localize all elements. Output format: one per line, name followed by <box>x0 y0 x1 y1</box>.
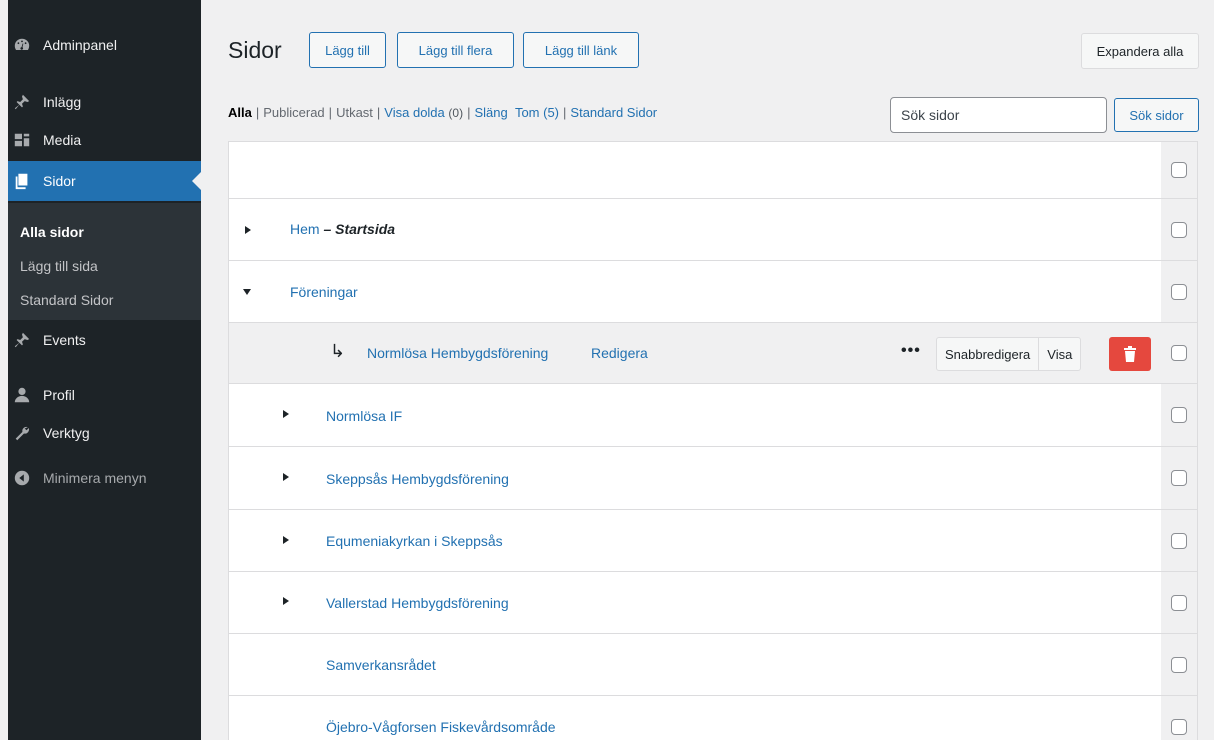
app-shell: Adminpanel Inlägg Media Sidor Alla sidor… <box>0 0 1214 740</box>
row-title-link[interactable]: Öjebro-Vågforsen Fiskevårdsområde <box>326 719 556 735</box>
search-input[interactable] <box>890 97 1107 133</box>
filter-empty[interactable]: Tom (5) <box>515 105 559 120</box>
user-icon <box>12 385 32 405</box>
row-checkbox[interactable] <box>1171 532 1187 549</box>
more-actions-icon[interactable]: ••• <box>901 342 921 360</box>
filter-show-hidden[interactable]: Visa dolda <box>384 105 444 120</box>
expand-toggle[interactable] <box>283 410 289 418</box>
table-row: Skeppsås Hembygdsförening <box>229 447 1197 510</box>
row-title-link[interactable]: Föreningar <box>290 284 358 300</box>
table-row: Öjebro-Vågforsen Fiskevårdsområde <box>229 696 1197 740</box>
row-checkbox[interactable] <box>1171 407 1187 423</box>
sidebar-item-media[interactable]: Media <box>8 120 201 160</box>
table-row: Equmeniakyrkan i Skeppsås <box>229 510 1197 572</box>
collapse-label: Minimera menyn <box>43 470 147 486</box>
sidebar-item-label: Profil <box>43 387 75 403</box>
add-new-button[interactable]: Lägg till <box>309 32 386 68</box>
filter-trash[interactable]: Släng <box>474 105 507 120</box>
submenu-standard-pages[interactable]: Standard Sidor <box>8 283 201 317</box>
sidebar-item-label: Media <box>43 132 82 148</box>
dashboard-icon <box>12 35 32 55</box>
media-icon <box>12 130 32 150</box>
select-all-checkbox[interactable] <box>1171 162 1187 178</box>
sidebar-item-profile[interactable]: Profil <box>8 375 201 415</box>
pages-submenu: Alla sidor Lägg till sida Standard Sidor <box>8 203 201 320</box>
sidebar-item-dashboard[interactable]: Adminpanel <box>8 25 201 65</box>
filter-standard-pages[interactable]: Standard Sidor <box>570 105 657 120</box>
pages-icon <box>12 171 32 191</box>
hidden-count: (0) <box>448 106 464 120</box>
sidebar-item-label: Sidor <box>43 173 76 189</box>
collapse-menu-button[interactable]: Minimera menyn <box>8 458 201 498</box>
sidebar-item-events[interactable]: Events <box>8 320 201 360</box>
table-row: Vallerstad Hembygdsförening <box>229 572 1197 634</box>
sidebar-item-pages[interactable]: Sidor <box>8 161 201 201</box>
filter-published[interactable]: Publicerad <box>263 105 324 120</box>
row-title-link[interactable]: Skeppsås Hembygdsförening <box>326 471 509 487</box>
pin-icon <box>12 92 32 112</box>
expand-toggle[interactable] <box>283 597 289 605</box>
row-checkbox[interactable] <box>1171 718 1187 735</box>
table-row: Normlösa IF <box>229 384 1197 447</box>
table-row: ↳ Normlösa Hembygdsförening Redigera •••… <box>229 323 1197 384</box>
sidebar-item-label: Verktyg <box>43 425 90 441</box>
table-header-row <box>229 142 1197 199</box>
table-row: Samverkansrådet <box>229 634 1197 696</box>
sidebar-item-label: Adminpanel <box>43 37 117 53</box>
collapse-icon <box>12 468 32 488</box>
sidebar-item-posts[interactable]: Inlägg <box>8 82 201 122</box>
page-state: Startsida <box>335 221 396 237</box>
filter-all[interactable]: Alla <box>228 105 252 120</box>
row-checkbox[interactable] <box>1171 221 1187 238</box>
table-row: Hem – Startsida <box>229 199 1197 261</box>
page-title: Sidor <box>228 37 282 63</box>
sidebar-item-label: Inlägg <box>43 94 82 110</box>
expand-toggle[interactable] <box>245 226 251 234</box>
add-link-button[interactable]: Lägg till länk <box>523 32 639 68</box>
sidebar-item-label: Events <box>43 332 86 348</box>
status-filters: Alla | Publicerad | Utkast | Visa dolda (0) | Sl… <box>228 105 658 120</box>
submenu-add-page[interactable]: Lägg till sida <box>8 249 201 283</box>
search-button[interactable]: Sök sidor <box>1114 98 1199 132</box>
quick-edit-button[interactable]: Snabbredigera <box>937 338 1038 370</box>
child-arrow-icon: ↳ <box>330 341 346 361</box>
trash-icon <box>1124 346 1136 362</box>
row-checkbox[interactable] <box>1171 345 1187 361</box>
submenu-all-pages[interactable]: Alla sidor <box>8 215 201 249</box>
row-checkbox[interactable] <box>1171 656 1187 673</box>
view-button[interactable]: Visa <box>1038 338 1080 370</box>
main-content: Sidor Lägg till Lägg till flera Lägg til… <box>201 0 1214 740</box>
expand-toggle[interactable] <box>283 473 289 481</box>
pin-icon <box>12 330 32 350</box>
delete-button[interactable] <box>1109 337 1151 371</box>
table-row: Föreningar <box>229 261 1197 323</box>
expand-toggle[interactable] <box>283 536 289 544</box>
row-title-link[interactable]: Normlösa Hembygdsförening <box>367 345 548 361</box>
wrench-icon <box>12 423 32 443</box>
row-title-link[interactable]: Equmeniakyrkan i Skeppsås <box>326 533 503 549</box>
pages-table: Hem – Startsida Föreningar ↳ Normlösa He… <box>228 141 1198 740</box>
row-actions: Snabbredigera Visa <box>936 337 1082 371</box>
edit-link[interactable]: Redigera <box>591 345 648 361</box>
row-title-link[interactable]: Vallerstad Hembygdsförening <box>326 595 509 611</box>
row-checkbox[interactable] <box>1171 283 1187 300</box>
expand-all-button[interactable]: Expandera alla <box>1081 33 1199 69</box>
filter-draft[interactable]: Utkast <box>336 105 373 120</box>
row-checkbox[interactable] <box>1171 470 1187 486</box>
collapse-toggle[interactable] <box>243 289 251 295</box>
admin-sidebar: Adminpanel Inlägg Media Sidor Alla sidor… <box>8 0 201 740</box>
row-title-link[interactable]: Samverkansrådet <box>326 657 436 673</box>
row-title-link[interactable]: Hem – Startsida <box>290 221 395 237</box>
row-checkbox[interactable] <box>1171 594 1187 611</box>
sidebar-item-tools[interactable]: Verktyg <box>8 413 201 453</box>
row-title-link[interactable]: Normlösa IF <box>326 408 402 424</box>
add-multiple-button[interactable]: Lägg till flera <box>397 32 514 68</box>
